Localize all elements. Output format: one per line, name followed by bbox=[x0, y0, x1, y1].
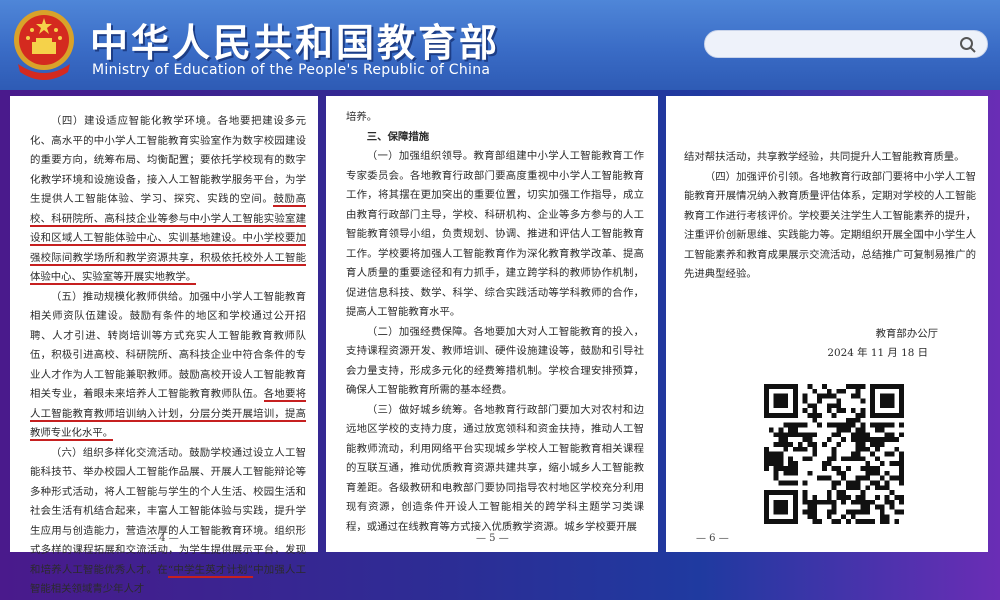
page-number: — 6 — bbox=[696, 532, 729, 544]
site-title-chinese: 中华人民共和国教育部 bbox=[90, 21, 501, 65]
paragraph-evaluation: （四）加强评价引领。各地教育行政部门要将中小学人工智能教育开展情况纳入教育质量评… bbox=[684, 170, 976, 281]
document-page-4: （四）建设适应智能化教学环境。各地要把建设多元化、高水平的中小学人工智能教育实验… bbox=[10, 96, 318, 595]
page-number: — 5 — bbox=[476, 532, 509, 544]
search-box[interactable] bbox=[704, 30, 988, 58]
national-emblem-icon bbox=[14, 10, 74, 80]
paragraph-continued: 结对帮扶活动，共享教学经验，共同提升人工智能教育质量。 bbox=[684, 151, 965, 163]
document-page-6: 结对帮扶活动，共享教学经验，共同提升人工智能教育质量。 （四）加强评价引领。各地… bbox=[666, 96, 988, 552]
issuer-signature: 教育部办公厅 bbox=[875, 327, 938, 340]
search-icon[interactable] bbox=[959, 36, 977, 54]
highlighted-text: 鼓励高校、科研院所、高科技企业等参与中小学人工智能实验室建设和区域人工智能体验中… bbox=[30, 193, 307, 285]
paragraph-teachers: （五）推动规模化教师供给。加强中小学人工智能教育相关师资队伍建设。鼓励有条件的地… bbox=[30, 290, 306, 441]
paragraph-activities: （六）组织多样化交流活动。鼓励学校通过设立人工智能科技节、举办校园人工智能作品展… bbox=[30, 446, 307, 596]
paragraph-environment: （四）建设适应智能化教学环境。各地要把建设多元化、高水平的中小学人工智能教育实验… bbox=[30, 115, 307, 285]
site-header: 中华人民共和国教育部 Ministry of Education of the … bbox=[0, 0, 1000, 90]
highlighted-text: “中学生英才计划” bbox=[167, 563, 253, 578]
paragraph-urban-rural: （三）做好城乡统筹。各地教育行政部门要加大对农村和边远地区学校的支持力度，通过放… bbox=[346, 403, 644, 533]
site-title-english: Ministry of Education of the People's Re… bbox=[92, 62, 491, 78]
issue-date: 2024 年 11 月 18 日 bbox=[827, 347, 928, 359]
qr-code-icon[interactable] bbox=[764, 384, 904, 524]
search-input[interactable] bbox=[715, 34, 949, 56]
document-page-5: 培养。 三、保障措施 （一）加强组织领导。教育部组建中小学人工智能教育工作专家委… bbox=[326, 96, 658, 552]
paragraph-leadership: （一）加强组织领导。教育部组建中小学人工智能教育工作专家委员会。各地教育行政部门… bbox=[346, 150, 644, 318]
page-number: — 4 — bbox=[146, 532, 179, 544]
paragraph-continued: 培养。 bbox=[346, 111, 378, 123]
section-heading: 三、保障措施 bbox=[366, 130, 430, 143]
paragraph-funding: （二）加强经费保障。各地要加大对人工智能教育的投入，支持课程资源开发、教师培训、… bbox=[346, 325, 644, 397]
